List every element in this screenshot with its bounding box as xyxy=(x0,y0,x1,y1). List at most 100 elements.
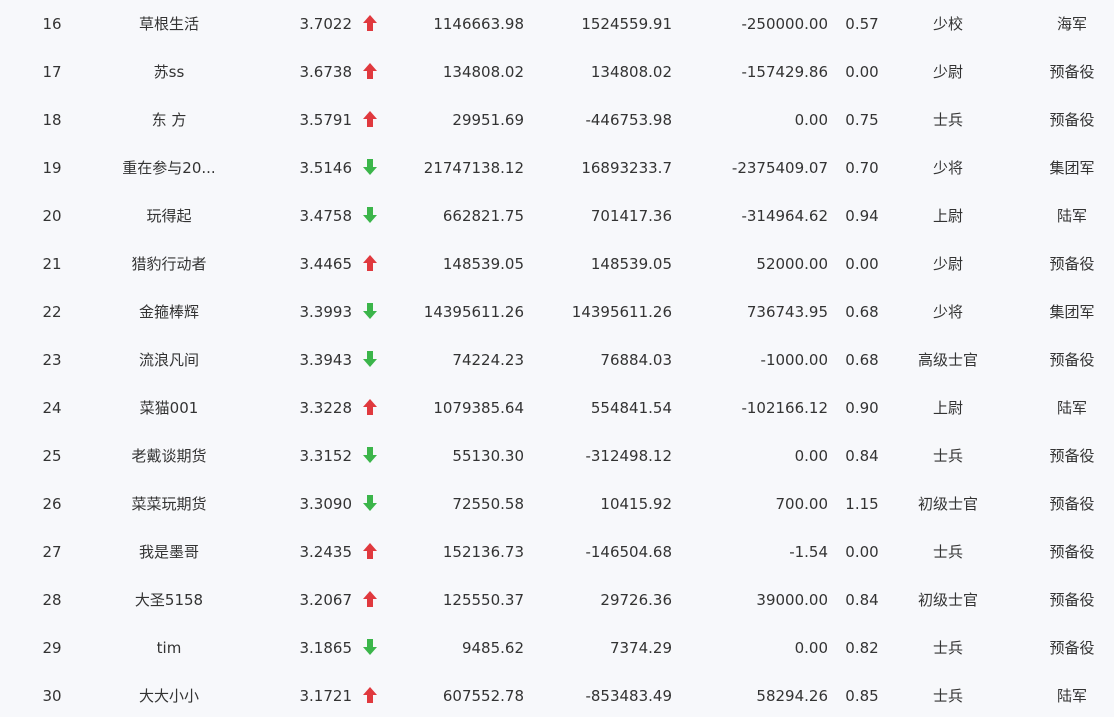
table-row[interactable]: 29 tim 3.1865 9485.62 7374.29 0.00 0.82 … xyxy=(0,624,1114,672)
name-cell[interactable]: 大大小小 xyxy=(96,672,242,717)
table-row[interactable]: 27 我是墨哥 3.2435 152136.73 -146504.68 -1.5… xyxy=(0,528,1114,576)
trend-cell xyxy=(360,576,380,624)
arrow-up-icon xyxy=(363,398,377,415)
rank-cell: 21 xyxy=(42,255,62,273)
military-rank-cell: 少尉 xyxy=(932,63,963,81)
value-1-cell: 9485.62 xyxy=(461,639,524,657)
rank-cell: 24 xyxy=(42,399,62,417)
value-1-cell: 662821.75 xyxy=(442,207,524,225)
score-cell: 3.1865 xyxy=(299,639,353,657)
table-row[interactable]: 20 玩得起 3.4758 662821.75 701417.36 -31496… xyxy=(0,192,1114,240)
name-cell[interactable]: 流浪凡间 xyxy=(96,336,242,384)
arrow-down-icon xyxy=(363,494,377,511)
table-row[interactable]: 24 菜猫001 3.3228 1079385.64 554841.54 -10… xyxy=(0,384,1114,432)
military-rank-cell: 少尉 xyxy=(932,255,963,273)
table-row[interactable]: 22 金箍棒辉 3.3993 14395611.26 14395611.26 7… xyxy=(0,288,1114,336)
score-cell: 3.5146 xyxy=(299,159,353,177)
table-row[interactable]: 23 流浪凡间 3.3943 74224.23 76884.03 -1000.0… xyxy=(0,336,1114,384)
military-rank-cell: 少校 xyxy=(932,15,963,33)
arrow-up-icon xyxy=(363,110,377,127)
rank-cell: 16 xyxy=(42,15,62,33)
ratio-cell: 0.84 xyxy=(845,591,879,609)
table-row[interactable]: 26 菜菜玩期货 3.3090 72550.58 10415.92 700.00… xyxy=(0,480,1114,528)
rank-cell: 25 xyxy=(42,447,62,465)
value-1-cell: 134808.02 xyxy=(442,63,524,81)
trend-cell xyxy=(360,96,380,144)
table-row[interactable]: 30 大大小小 3.1721 607552.78 -853483.49 5829… xyxy=(0,672,1114,717)
value-1-cell: 55130.30 xyxy=(452,447,524,465)
name-cell[interactable]: 老戴谈期货 xyxy=(96,432,242,480)
name-cell[interactable]: 重在参与20... xyxy=(96,144,242,192)
military-rank-cell: 士兵 xyxy=(932,543,963,561)
ranking-table: 16 草根生活 3.7022 1146663.98 1524559.91 -25… xyxy=(0,0,1114,717)
military-rank-cell: 士兵 xyxy=(932,639,963,657)
ratio-cell: 0.00 xyxy=(845,255,879,273)
trend-cell xyxy=(360,144,380,192)
ratio-cell: 0.57 xyxy=(845,15,879,33)
arrow-down-icon xyxy=(363,302,377,319)
value-2-cell: 14395611.26 xyxy=(571,303,672,321)
value-1-cell: 74224.23 xyxy=(452,351,524,369)
arrow-up-icon xyxy=(363,542,377,559)
value-2-cell: -312498.12 xyxy=(585,447,672,465)
military-rank-cell: 少将 xyxy=(932,303,963,321)
score-cell: 3.4465 xyxy=(299,255,353,273)
table-row[interactable]: 18 东 方 3.5791 29951.69 -446753.98 0.00 0… xyxy=(0,96,1114,144)
value-3-cell: -2375409.07 xyxy=(731,159,828,177)
name-cell[interactable]: 苏ss xyxy=(96,48,242,96)
name-cell[interactable]: 东 方 xyxy=(96,96,242,144)
name-cell[interactable]: 菜猫001 xyxy=(96,384,242,432)
name-cell[interactable]: 玩得起 xyxy=(96,192,242,240)
rank-cell: 26 xyxy=(42,495,62,513)
trend-cell xyxy=(360,672,380,717)
arrow-down-icon xyxy=(363,638,377,655)
ratio-cell: 0.00 xyxy=(845,543,879,561)
value-2-cell: 134808.02 xyxy=(590,63,672,81)
name-cell[interactable]: 大圣5158 xyxy=(96,576,242,624)
value-2-cell: 701417.36 xyxy=(590,207,672,225)
rank-cell: 22 xyxy=(42,303,62,321)
score-cell: 3.3993 xyxy=(299,303,353,321)
military-rank-cell: 少将 xyxy=(932,159,963,177)
branch-cell: 集团军 xyxy=(1049,159,1095,177)
score-cell: 3.2067 xyxy=(299,591,353,609)
table-row[interactable]: 21 猎豹行动者 3.4465 148539.05 148539.05 5200… xyxy=(0,240,1114,288)
military-rank-cell: 上尉 xyxy=(932,399,963,417)
trend-cell xyxy=(360,432,380,480)
table-row[interactable]: 28 大圣5158 3.2067 125550.37 29726.36 3900… xyxy=(0,576,1114,624)
rank-cell: 20 xyxy=(42,207,62,225)
table-row[interactable]: 19 重在参与20... 3.5146 21747138.12 16893233… xyxy=(0,144,1114,192)
value-1-cell: 148539.05 xyxy=(442,255,524,273)
name-cell[interactable]: 金箍棒辉 xyxy=(96,288,242,336)
name-cell[interactable]: 我是墨哥 xyxy=(96,528,242,576)
value-3-cell: 58294.26 xyxy=(756,687,828,705)
table-row[interactable]: 25 老戴谈期货 3.3152 55130.30 -312498.12 0.00… xyxy=(0,432,1114,480)
value-2-cell: 76884.03 xyxy=(600,351,672,369)
military-rank-cell: 初级士官 xyxy=(917,591,978,609)
arrow-down-icon xyxy=(363,158,377,175)
military-rank-cell: 上尉 xyxy=(932,207,963,225)
score-cell: 3.5791 xyxy=(299,111,353,129)
value-2-cell: 16893233.7 xyxy=(581,159,672,177)
trend-cell xyxy=(360,288,380,336)
value-2-cell: 148539.05 xyxy=(590,255,672,273)
value-3-cell: -157429.86 xyxy=(741,63,828,81)
arrow-up-icon xyxy=(363,686,377,703)
military-rank-cell: 士兵 xyxy=(932,687,963,705)
value-1-cell: 21747138.12 xyxy=(423,159,524,177)
branch-cell: 预备役 xyxy=(1049,255,1095,273)
arrow-up-icon xyxy=(363,590,377,607)
value-2-cell: 1524559.91 xyxy=(581,15,672,33)
name-cell[interactable]: 菜菜玩期货 xyxy=(96,480,242,528)
rank-cell: 28 xyxy=(42,591,62,609)
table-row[interactable]: 16 草根生活 3.7022 1146663.98 1524559.91 -25… xyxy=(0,0,1114,48)
name-cell[interactable]: tim xyxy=(96,624,242,672)
military-rank-cell: 士兵 xyxy=(932,447,963,465)
name-cell[interactable]: 草根生活 xyxy=(96,0,242,48)
value-1-cell: 14395611.26 xyxy=(423,303,524,321)
name-cell[interactable]: 猎豹行动者 xyxy=(96,240,242,288)
ratio-cell: 0.85 xyxy=(845,687,879,705)
trend-cell xyxy=(360,240,380,288)
ratio-cell: 0.70 xyxy=(845,159,879,177)
table-row[interactable]: 17 苏ss 3.6738 134808.02 134808.02 -15742… xyxy=(0,48,1114,96)
